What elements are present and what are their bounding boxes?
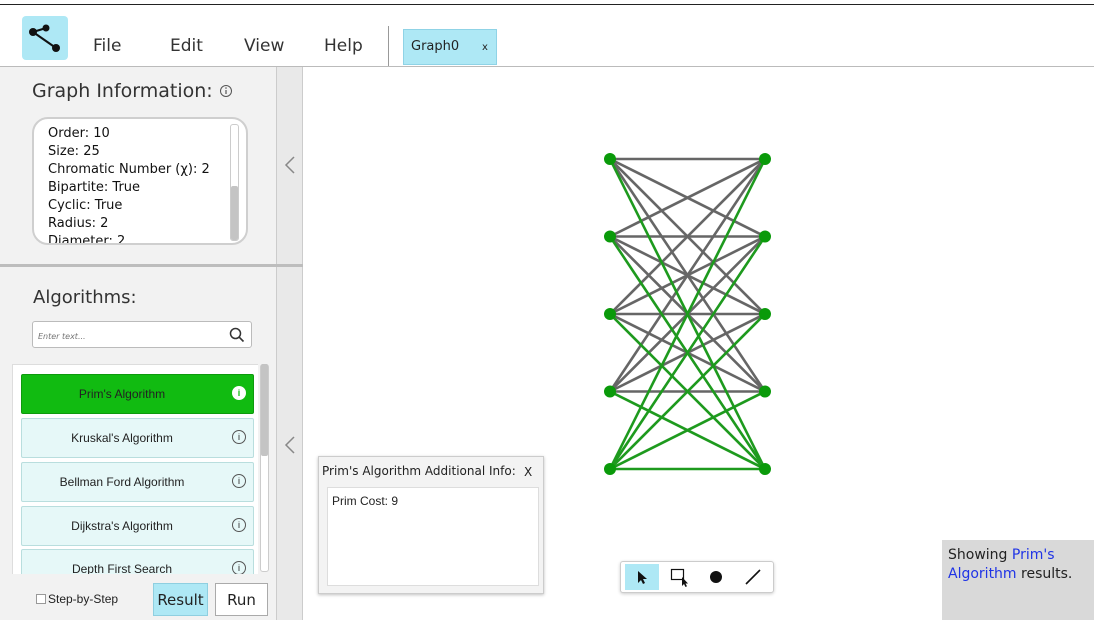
info-order: Order: 10 — [48, 126, 110, 141]
algorithm-bellman-ford[interactable]: Bellman Ford Algorithm i — [21, 462, 254, 502]
app-logo-icon[interactable] — [22, 16, 68, 60]
algorithm-search-input[interactable] — [36, 326, 220, 346]
info-diameter: Diameter: 2 — [48, 234, 126, 245]
additional-info-title: Prim's Algorithm Additional Info: — [322, 464, 516, 478]
status-panel: Showing Prim's Algorithm results. — [942, 540, 1094, 620]
additional-info-body: Prim Cost: 9 — [327, 487, 539, 586]
algorithm-search — [32, 321, 252, 348]
run-button[interactable]: Run — [215, 583, 268, 616]
vertex-dot-icon — [710, 571, 722, 583]
algorithms-panel-collapse-button[interactable] — [276, 267, 303, 620]
graph-vertex[interactable] — [604, 153, 616, 165]
prim-cost: Prim Cost: 9 — [332, 494, 399, 508]
menu-view[interactable]: View — [244, 36, 284, 56]
algorithm-label: Depth First Search — [71, 562, 173, 574]
algorithm-list-scrollbar-thumb[interactable] — [261, 364, 268, 456]
info-panel-collapse-button[interactable] — [276, 67, 303, 265]
algorithm-dijkstras[interactable]: Dijkstra's Algorithm i — [21, 506, 254, 546]
graph-vertex[interactable] — [604, 230, 616, 243]
algorithm-dfs[interactable]: Depth First Search i — [21, 549, 254, 574]
add-vertex-tool-button[interactable] — [699, 564, 733, 590]
search-icon[interactable] — [229, 327, 245, 343]
menu-file[interactable]: File — [93, 36, 121, 56]
step-by-step-checkbox[interactable] — [36, 594, 46, 604]
add-edge-tool-button[interactable] — [736, 564, 770, 590]
tab-label: Graph0 — [411, 39, 460, 54]
tab-graph0[interactable]: Graph0 x — [403, 29, 497, 65]
graph-vertex[interactable] — [759, 308, 771, 320]
info-radius: Radius: 2 — [48, 216, 109, 231]
algorithm-list: Prim's Algorithm i Kruskal's Algorithm i… — [12, 364, 258, 574]
info-circle-icon[interactable] — [219, 84, 233, 98]
algorithm-kruskals[interactable]: Kruskal's Algorithm i — [21, 418, 254, 458]
info-icon[interactable]: i — [232, 430, 246, 444]
result-button[interactable]: Result — [153, 583, 208, 616]
graph-vertex[interactable] — [759, 153, 771, 165]
close-icon[interactable]: X — [524, 465, 532, 479]
chevron-left-icon — [284, 436, 295, 454]
additional-info-window: Prim's Algorithm Additional Info: X Prim… — [318, 456, 544, 594]
graph-info-title: Graph Information: — [32, 80, 233, 102]
result-button-label: Result — [157, 591, 204, 609]
info-icon[interactable]: i — [232, 561, 246, 574]
info-icon[interactable]: i — [232, 386, 246, 400]
graph-vertex[interactable] — [604, 308, 616, 320]
algorithms-title: Algorithms: — [33, 287, 137, 308]
info-scrollbar-thumb[interactable] — [231, 186, 238, 240]
graph-vertex[interactable] — [759, 230, 771, 243]
algorithm-label: Bellman Ford Algorithm — [59, 475, 185, 489]
graph-vertex[interactable] — [759, 463, 771, 475]
info-cyclic: Cyclic: True — [48, 198, 123, 213]
graph-vertex[interactable] — [604, 385, 616, 398]
algorithm-label: Prim's Algorithm — [78, 387, 166, 401]
cursor-arrow-icon — [638, 571, 647, 584]
algorithm-prims[interactable]: Prim's Algorithm i — [21, 374, 254, 414]
box-select-tool-button[interactable] — [662, 564, 696, 590]
edge-line-icon — [745, 569, 761, 585]
run-button-label: Run — [227, 591, 256, 609]
algorithm-label: Kruskal's Algorithm — [71, 431, 173, 445]
menu-help[interactable]: Help — [324, 36, 363, 56]
canvas-toolbar — [620, 561, 774, 593]
chevron-left-icon — [284, 156, 295, 174]
algorithm-label: Dijkstra's Algorithm — [71, 519, 173, 533]
info-chromatic: Chromatic Number (χ): 2 — [48, 162, 210, 177]
menu-edit[interactable]: Edit — [170, 36, 203, 56]
menu-separator — [388, 26, 389, 66]
select-tool-button[interactable] — [625, 564, 659, 590]
status-prefix: Showing — [948, 547, 1012, 563]
info-icon[interactable]: i — [232, 474, 246, 488]
tab-close-icon[interactable]: x — [482, 42, 488, 53]
graph-vertex[interactable] — [759, 385, 771, 398]
info-bipartite: Bipartite: True — [48, 180, 141, 195]
graph-vertex[interactable] — [604, 463, 616, 475]
top-border — [0, 4, 1094, 5]
step-by-step-label: Step-by-Step — [48, 592, 119, 606]
info-icon[interactable]: i — [232, 518, 246, 532]
status-suffix: results. — [1016, 566, 1073, 582]
graph-info-box: Order: 10 Size: 25 Chromatic Number (χ):… — [32, 117, 248, 245]
box-select-icon — [670, 568, 688, 587]
info-size: Size: 25 — [48, 144, 100, 159]
graph-info-title-text: Graph Information: — [32, 80, 213, 102]
